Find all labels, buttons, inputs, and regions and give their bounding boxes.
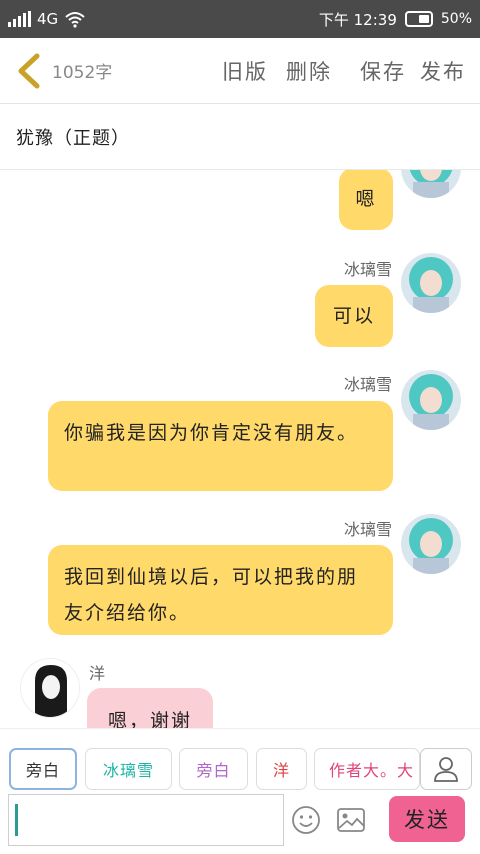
signal-icon (8, 11, 31, 27)
character-chip[interactable]: 旁白 (179, 748, 248, 790)
chapter-title[interactable]: 犹豫（正题） (0, 104, 480, 170)
back-arrow-icon (18, 53, 40, 88)
character-chip[interactable]: 冰璃雪 (85, 748, 172, 790)
character-chip-label: 旁白 (25, 761, 60, 780)
compose-bar: 发送 (0, 790, 480, 854)
add-character-button[interactable] (420, 748, 472, 790)
message-input[interactable] (8, 794, 284, 846)
status-left: 4G (8, 10, 86, 28)
message-text: 嗯，谢谢 (107, 710, 192, 728)
avatar-image (401, 370, 461, 430)
character-chip[interactable]: 旁白 (9, 748, 77, 790)
battery-icon (404, 11, 433, 27)
message-text: 嗯 (355, 188, 377, 210)
emoji-button[interactable] (290, 804, 322, 836)
avatar[interactable] (401, 514, 461, 574)
toolbar-actions: 旧版 删除 保存 发布 (222, 56, 466, 86)
character-chip[interactable]: 作者大。大 (314, 748, 420, 790)
status-right: 下午 12:39 50% (319, 9, 472, 30)
message-bubble[interactable]: 嗯，谢谢 (87, 688, 213, 728)
avatar[interactable] (401, 370, 461, 430)
avatar[interactable] (20, 658, 80, 718)
clock: 下午 12:39 (318, 10, 397, 29)
publish-button[interactable]: 发布 (420, 56, 466, 86)
top-toolbar: 1052字 旧版 删除 保存 发布 (0, 38, 480, 104)
delete-button[interactable]: 删除 (286, 56, 332, 86)
avatar[interactable] (401, 170, 461, 198)
character-chip-label: 洋 (272, 761, 290, 780)
sender-name: 洋 (89, 664, 106, 683)
status-bar: 4G 下午 12:39 50% (0, 0, 480, 38)
message-text: 你骗我是因为你肯定没有朋友。 (64, 422, 359, 444)
old-version-button[interactable]: 旧版 (222, 56, 268, 86)
message-bubble[interactable]: 你骗我是因为你肯定没有朋友。 (48, 401, 393, 491)
user-icon (434, 757, 458, 782)
message-bubble[interactable]: 可以 (315, 285, 393, 347)
save-button[interactable]: 保存 (360, 56, 406, 86)
send-button-label: 发送 (404, 808, 450, 832)
emoji-icon (292, 806, 320, 834)
battery-level: 50% (440, 11, 472, 27)
sender-name: 冰璃雪 (343, 375, 392, 394)
message-text: 我回到仙境以后，可以把我的朋友介绍给你。 (64, 566, 359, 624)
avatar-image (401, 170, 461, 198)
character-chip[interactable]: 洋 (256, 748, 307, 790)
back-button[interactable] (6, 38, 50, 104)
avatar-image (21, 659, 79, 717)
chapter-title-text: 犹豫（正题） (16, 127, 130, 149)
message-bubble[interactable]: 嗯 (339, 170, 393, 230)
message-bubble[interactable]: 我回到仙境以后，可以把我的朋友介绍给你。 (48, 545, 393, 635)
sender-name: 冰璃雪 (343, 260, 392, 279)
network-type: 4G (37, 10, 59, 28)
send-button[interactable]: 发送 (389, 796, 465, 842)
character-chip-label: 作者大。大 (329, 761, 415, 780)
avatar-image (401, 253, 461, 313)
image-icon (337, 808, 365, 832)
character-chip-label: 旁白 (196, 761, 231, 780)
character-chip-label: 冰璃雪 (102, 761, 154, 780)
message-text: 可以 (332, 305, 375, 327)
word-count: 1052字 (52, 63, 113, 83)
character-selector: 旁白 冰璃雪 旁白 洋 作者大。大 (0, 728, 480, 790)
image-button[interactable] (335, 804, 367, 836)
chat-area[interactable]: 嗯 冰璃雪 可以 冰璃雪 你骗我是因为你肯定没有朋友。 冰璃雪 我回到仙境以后，… (0, 170, 480, 728)
wifi-icon (65, 12, 85, 28)
avatar[interactable] (401, 253, 461, 313)
sender-name: 冰璃雪 (343, 520, 392, 539)
avatar-image (401, 514, 461, 574)
